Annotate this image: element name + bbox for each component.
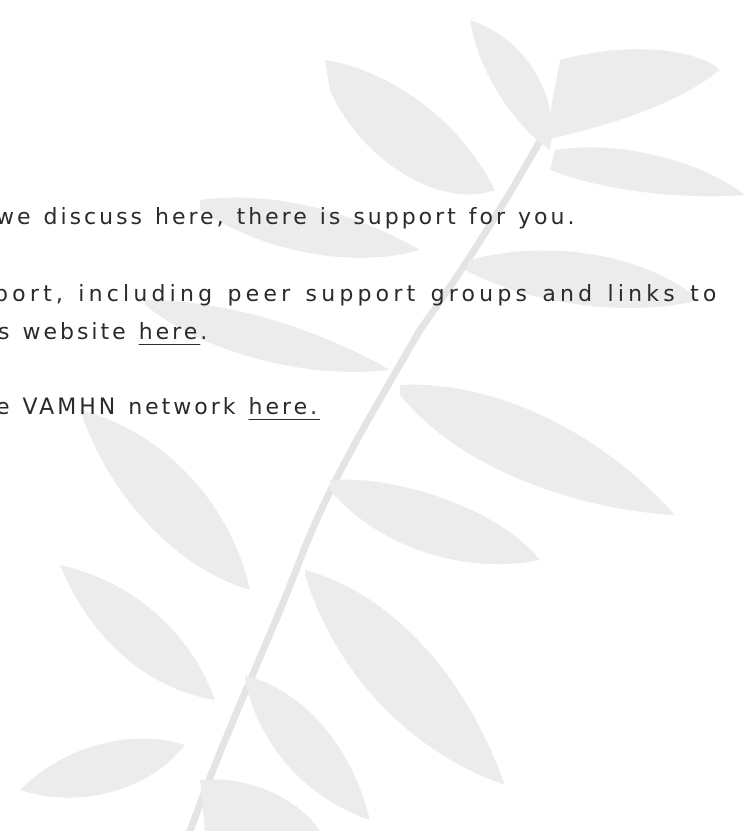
vamhn-text: e VAMHN network [0,395,249,420]
website-period: . [200,320,211,345]
peer-support-text: port, including peer support groups and … [0,282,721,307]
peer-support-paragraph-line2: s website here. [0,322,210,344]
support-text: we discuss here, there is support for yo… [0,205,578,230]
website-here-link[interactable]: here [139,320,201,345]
website-text: s website [0,320,139,345]
support-paragraph: we discuss here, there is support for yo… [0,207,577,229]
peer-support-paragraph-line1: port, including peer support groups and … [0,284,721,306]
vamhn-here-link[interactable]: here. [249,395,321,420]
vamhn-paragraph: e VAMHN network here. [0,397,320,419]
content-text-area: we discuss here, there is support for yo… [0,0,745,831]
